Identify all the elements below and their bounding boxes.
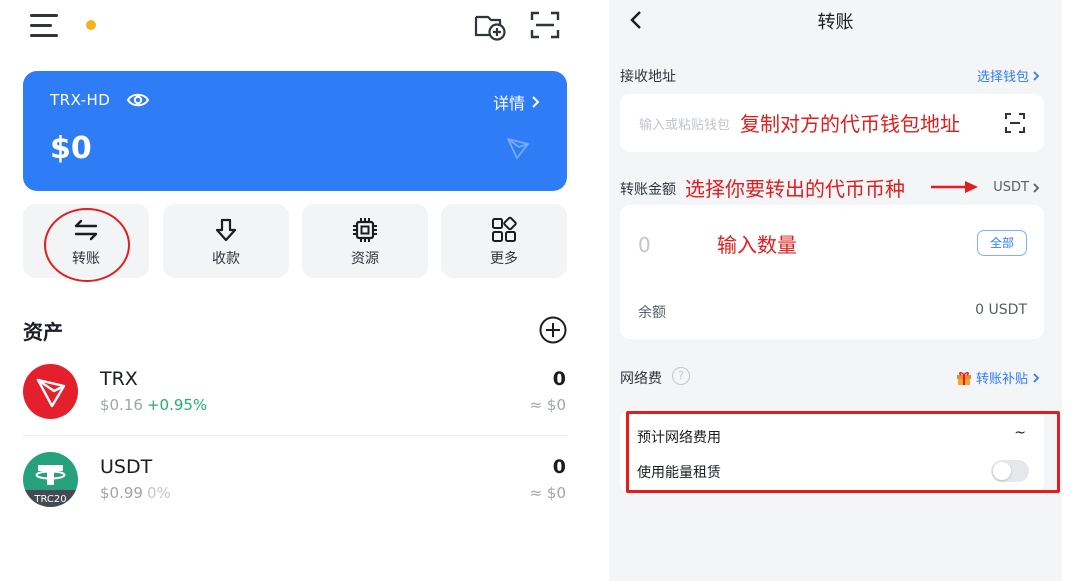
asset-symbol: TRX xyxy=(100,368,138,390)
select-wallet-link[interactable]: 选择钱包 xyxy=(977,66,1040,85)
tron-watermark-icon xyxy=(505,135,531,161)
select-wallet-label: 选择钱包 xyxy=(976,70,1029,85)
asset-value: ≈ $0 xyxy=(529,484,566,502)
transfer-subsidy-label: 转账补贴 xyxy=(975,372,1028,387)
asset-price-value: $0.99 xyxy=(100,484,143,502)
scan-icon[interactable] xyxy=(1003,111,1027,135)
receive-label: 收款 xyxy=(212,251,240,267)
asset-change: +0.95% xyxy=(146,396,208,414)
chip-icon xyxy=(351,216,379,244)
transfer-panel: 转账 接收地址 选择钱包 输入或粘贴钱包 复制对方的代币钱包地址 转账金额 选择… xyxy=(609,0,1062,581)
menu-icon[interactable] xyxy=(30,12,60,40)
chevron-right-icon xyxy=(1033,182,1040,193)
highlight-circle xyxy=(44,208,130,282)
chevron-right-icon xyxy=(532,96,540,108)
amount-input[interactable]: 0 xyxy=(638,233,651,257)
wallet-detail-link[interactable]: 详情 xyxy=(493,90,541,114)
grid-icon xyxy=(490,216,518,244)
arrow-icon xyxy=(931,180,979,194)
usdt-badge-text: TRC20 xyxy=(33,494,66,505)
gift-icon xyxy=(956,371,971,385)
receive-address-label: 接收地址 xyxy=(620,69,676,85)
asset-symbol: USDT xyxy=(100,456,153,478)
wallet-home-panel: TRX-HD 详情 $0 转账 收款 资源 更多 资产 TRX $0.16 +0… xyxy=(0,0,590,581)
chevron-right-icon xyxy=(1033,372,1040,383)
network-fee-label: 网络费 xyxy=(620,371,662,387)
wallet-name: TRX-HD xyxy=(50,91,111,109)
amount-box: 0 输入数量 全部 余额 0 USDT xyxy=(620,205,1044,339)
amount-label: 转账金额 xyxy=(620,182,676,198)
wallet-add-icon[interactable] xyxy=(472,8,508,42)
token-value: USDT xyxy=(993,180,1029,195)
notification-dot xyxy=(86,20,96,30)
asset-price-value: $0.16 xyxy=(100,396,143,414)
assets-title: 资产 xyxy=(23,320,63,344)
asset-amount: 0 xyxy=(552,456,566,478)
usdt-logo-icon: TRC20 xyxy=(23,452,78,507)
add-circle-icon[interactable] xyxy=(538,315,568,345)
resource-label: 资源 xyxy=(351,251,379,267)
highlight-rectangle xyxy=(626,411,1060,493)
balance-value: 0 USDT xyxy=(975,302,1027,318)
asset-price: $0.16 +0.95% xyxy=(100,396,207,414)
page-title: 转账 xyxy=(817,12,854,33)
help-icon[interactable]: ? xyxy=(672,367,690,385)
more-label: 更多 xyxy=(490,251,518,267)
wallet-detail-label: 详情 xyxy=(492,94,525,113)
trx-logo-icon xyxy=(23,364,78,419)
receive-button[interactable]: 收款 xyxy=(163,204,289,278)
address-placeholder: 输入或粘贴钱包 xyxy=(639,118,731,133)
quantity-annotation: 输入数量 xyxy=(717,233,797,257)
wallet-card[interactable]: TRX-HD 详情 $0 xyxy=(23,71,567,191)
eye-icon[interactable] xyxy=(126,90,150,110)
transfer-subsidy-link[interactable]: 转账补贴 xyxy=(956,368,1040,387)
receive-icon xyxy=(212,216,240,244)
wallet-balance: $0 xyxy=(50,131,92,166)
chevron-right-icon xyxy=(1033,70,1040,81)
asset-amount: 0 xyxy=(552,368,566,390)
address-annotation: 复制对方的代币钱包地址 xyxy=(740,112,960,136)
all-button[interactable]: 全部 xyxy=(977,230,1027,256)
balance-label: 余额 xyxy=(638,305,666,321)
asset-row-trx[interactable]: TRX $0.16 +0.95% 0 ≈ $0 xyxy=(0,362,590,422)
asset-row-usdt[interactable]: TRC20 USDT $0.99 0% 0 ≈ $0 xyxy=(0,450,590,510)
scan-icon[interactable] xyxy=(528,8,564,42)
resource-button[interactable]: 资源 xyxy=(302,204,428,278)
divider xyxy=(23,435,568,436)
asset-price: $0.99 0% xyxy=(100,484,171,502)
token-select[interactable]: USDT xyxy=(993,180,1040,195)
asset-value: ≈ $0 xyxy=(529,396,566,414)
more-button[interactable]: 更多 xyxy=(441,204,567,278)
token-annotation: 选择你要转出的代币币种 xyxy=(685,177,905,201)
asset-change: 0% xyxy=(146,484,171,502)
